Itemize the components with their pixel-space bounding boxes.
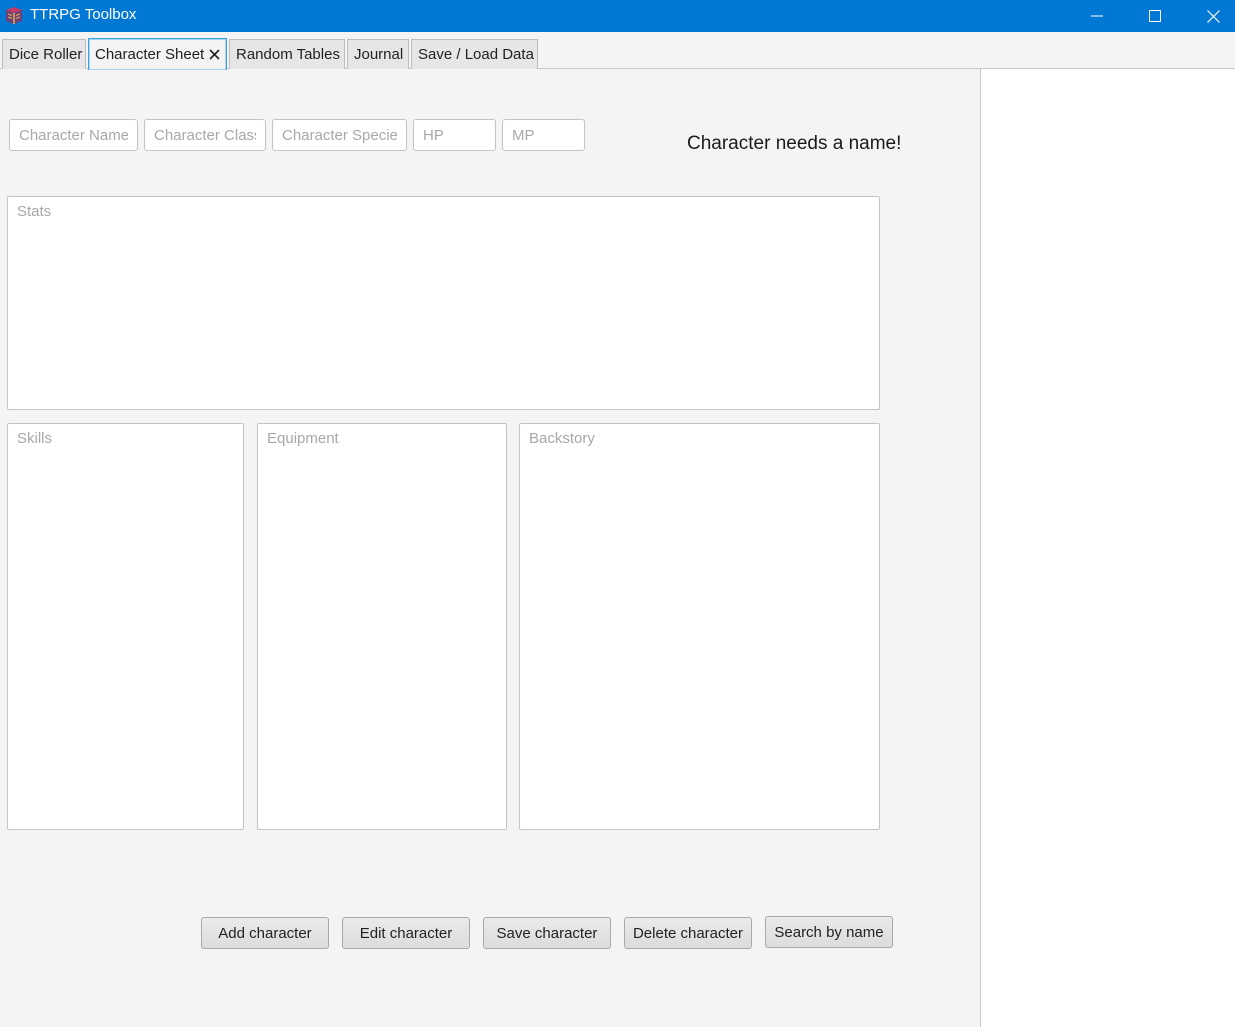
app-book-icon (6, 7, 22, 24)
maximize-button[interactable] (1126, 0, 1184, 32)
delete-character-button[interactable]: Delete character (624, 917, 752, 949)
mp-field[interactable] (502, 119, 585, 151)
tab-close-button[interactable] (209, 49, 220, 60)
status-message: Character needs a name! (687, 133, 902, 154)
minimize-button[interactable] (1068, 0, 1126, 32)
tab-dice-roller[interactable]: Dice Roller (2, 39, 86, 69)
search-by-name-button[interactable]: Search by name (765, 916, 893, 948)
add-character-button[interactable]: Add character (201, 917, 329, 949)
hp-field[interactable] (413, 119, 496, 151)
title-bar: TTRPG Toolbox (0, 0, 1235, 32)
tab-journal[interactable]: Journal (347, 39, 409, 69)
character-class-field[interactable] (144, 119, 266, 151)
character-name-field[interactable] (9, 119, 138, 151)
edit-character-button[interactable]: Edit character (342, 917, 470, 949)
character-species-field[interactable] (272, 119, 407, 151)
minimize-icon (1091, 15, 1103, 17)
tab-random-tables[interactable]: Random Tables (229, 39, 345, 69)
tab-save-load-data[interactable]: Save / Load Data (411, 39, 538, 69)
tab-label: Save / Load Data (418, 46, 534, 63)
backstory-textarea[interactable] (519, 423, 880, 830)
stats-textarea[interactable] (7, 196, 880, 410)
tab-label: Character Sheet (95, 46, 205, 63)
close-window-button[interactable] (1184, 0, 1235, 32)
window-title: TTRPG Toolbox (30, 6, 137, 23)
skills-textarea[interactable] (7, 423, 244, 830)
close-icon (209, 49, 220, 60)
tab-character-sheet[interactable]: Character Sheet (88, 38, 227, 70)
tab-label: Random Tables (236, 46, 340, 63)
tab-bar: Dice Roller Character Sheet Random Table… (0, 32, 1235, 70)
tab-label: Dice Roller (9, 46, 83, 63)
maximize-icon (1149, 10, 1161, 22)
tab-label: Journal (354, 46, 404, 63)
character-list-panel[interactable] (980, 69, 1235, 1027)
close-icon (1206, 9, 1220, 23)
equipment-textarea[interactable] (257, 423, 507, 830)
save-character-button[interactable]: Save character (483, 917, 611, 949)
